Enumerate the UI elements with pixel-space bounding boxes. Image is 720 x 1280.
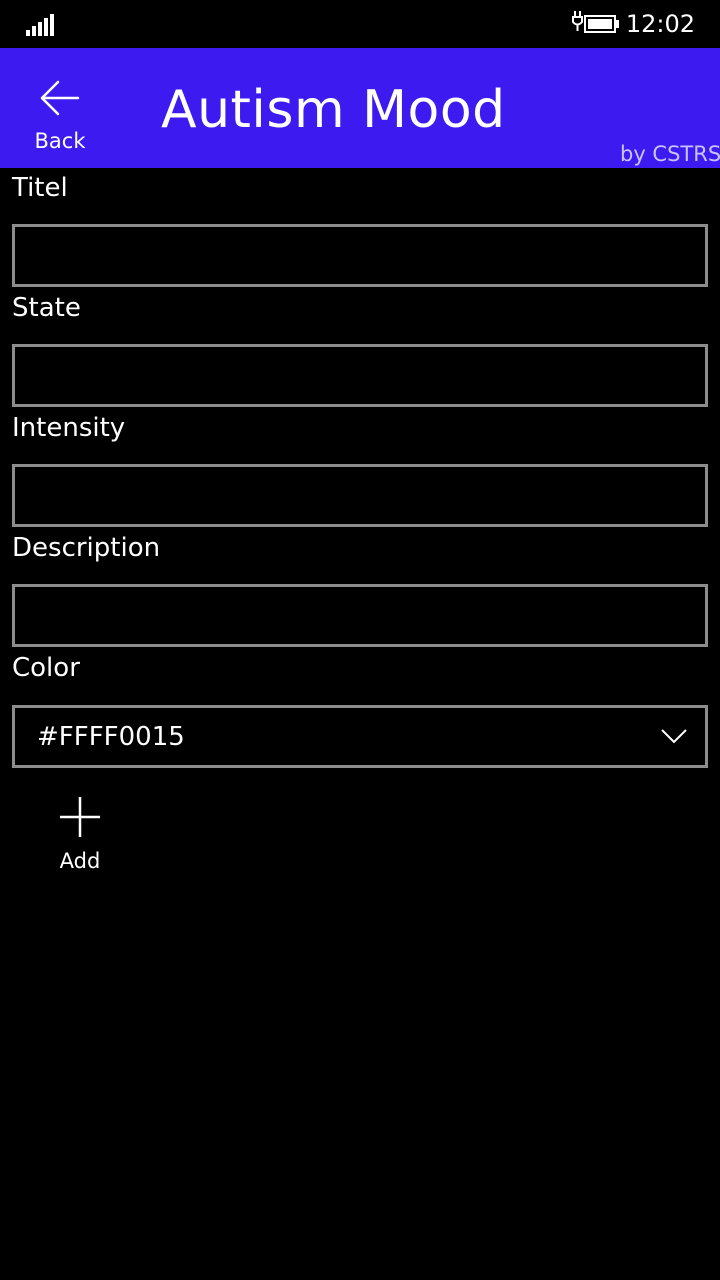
app-header: Back Autism Mood by CSTRSK [0, 48, 720, 168]
description-input[interactable] [12, 584, 708, 647]
chevron-down-icon [661, 729, 687, 744]
title-input[interactable] [12, 224, 708, 287]
intensity-input[interactable] [12, 464, 708, 527]
back-label: Back [34, 129, 86, 153]
color-dropdown[interactable]: #FFFF0015 [12, 705, 708, 768]
state-label: State [12, 293, 81, 323]
intensity-label: Intensity [12, 413, 126, 443]
plus-icon [60, 797, 100, 837]
status-clock: 12:02 [625, 10, 695, 38]
battery-charging-icon [572, 11, 619, 33]
title-label: Titel [12, 173, 68, 203]
description-label: Description [12, 533, 161, 563]
page-title: Autism Mood [161, 80, 506, 140]
back-arrow-icon [40, 80, 80, 116]
state-input[interactable] [12, 344, 708, 407]
add-label: Add [59, 849, 101, 873]
add-button[interactable]: Add [40, 792, 120, 882]
color-label: Color [12, 653, 80, 683]
back-button[interactable]: Back [20, 70, 100, 160]
color-selected-value: #FFFF0015 [37, 722, 185, 752]
status-bar: 12:02 [0, 0, 720, 48]
author-byline: by CSTRSK [620, 142, 720, 166]
signal-strength-icon [26, 14, 54, 36]
